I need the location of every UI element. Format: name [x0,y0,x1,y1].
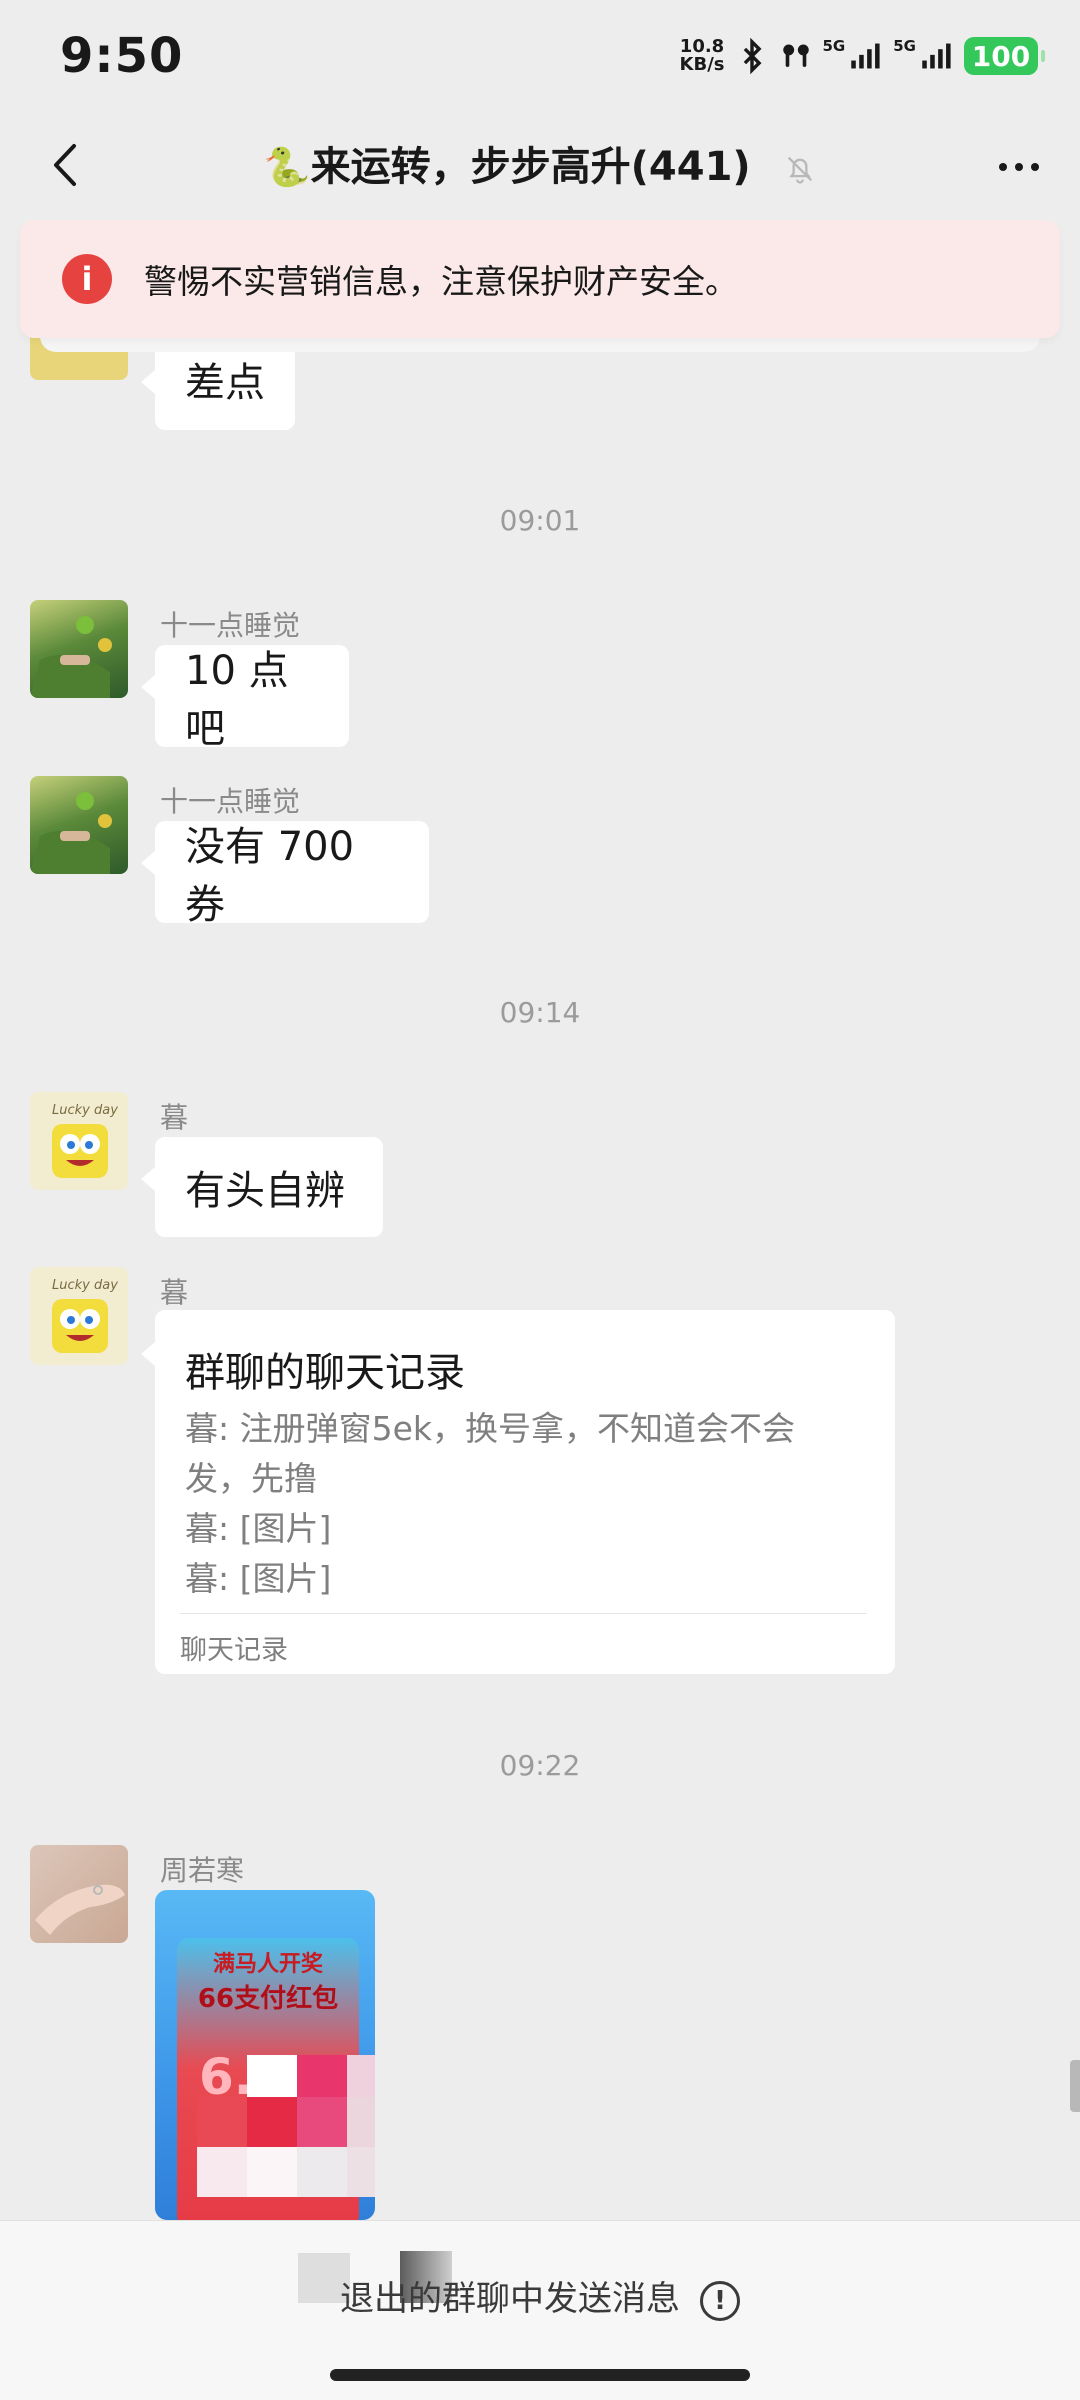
message-bubble[interactable]: 10 点吧 [141,645,349,752]
info-icon[interactable]: ! [700,2280,740,2321]
warning-banner[interactable]: i 警惕不实营销信息，注意保护财产安全。 [20,220,1060,338]
mosaic-block [197,2097,247,2147]
home-indicator[interactable] [330,2369,750,2381]
avatar[interactable] [30,1845,128,1943]
mosaic-block [347,2055,375,2097]
chat-record-card[interactable]: 群聊的聊天记录 暮: 注册弹窗5ek，换号拿，不知道会不会发，先撸 暮: [图片… [141,1310,895,1674]
avatar[interactable] [30,776,128,874]
record-title: 群聊的聊天记录 [185,1350,465,1396]
avatar[interactable]: Lucky day [30,1267,128,1365]
timestamp: 09:22 [499,1749,581,1782]
bottom-bar: 退出的群聊中发送消息! [0,2220,1080,2400]
warning-icon: i [62,254,112,304]
sender-name: 暮 [160,1101,189,1134]
mosaic-block [247,2147,297,2197]
mosaic-block [297,2097,347,2147]
warning-text: 警惕不实营销信息，注意保护财产安全。 [144,262,738,301]
sender-name: 周若寒 [160,1854,245,1887]
avatar[interactable] [30,600,128,698]
message-bubble[interactable]: 没有 700 券 [141,821,429,928]
svg-text:Lucky day: Lucky day [52,1278,118,1293]
mosaic-block [247,2097,297,2147]
sender-name: 暮 [160,1276,189,1309]
record-preview: 暮: 注册弹窗5ek，换号拿，不知道会不会发，先撸 暮: [图片] 暮: [图片… [185,1409,796,1598]
divider [180,1613,867,1614]
message-bubble[interactable]: 差点 [141,340,295,430]
avatar[interactable]: Lucky day [30,1092,128,1190]
mosaic-block [297,2055,347,2097]
message-bubble[interactable]: 有头自辨 [141,1137,383,1237]
record-footer: 聊天记录 [180,1635,288,1666]
mosaic-block [297,2147,347,2197]
scrollbar-thumb[interactable] [1070,2060,1080,2112]
packet-title: 66支付红包 [197,1984,339,2014]
mosaic-block [247,2055,297,2097]
mosaic-block [347,2097,375,2147]
red-packet-image[interactable]: 满马人开奖 66支付红包 6.6 [155,1890,375,2220]
packet-top: 满马人开奖 [212,1952,323,1977]
exited-group-notice: 退出的群聊中发送消息! [0,2271,1080,2321]
mosaic-block [197,2147,247,2197]
timestamp: 09:01 [499,504,581,537]
timestamp: 09:14 [499,996,581,1029]
mosaic-block [347,2147,375,2197]
svg-text:Lucky day: Lucky day [52,1103,118,1118]
